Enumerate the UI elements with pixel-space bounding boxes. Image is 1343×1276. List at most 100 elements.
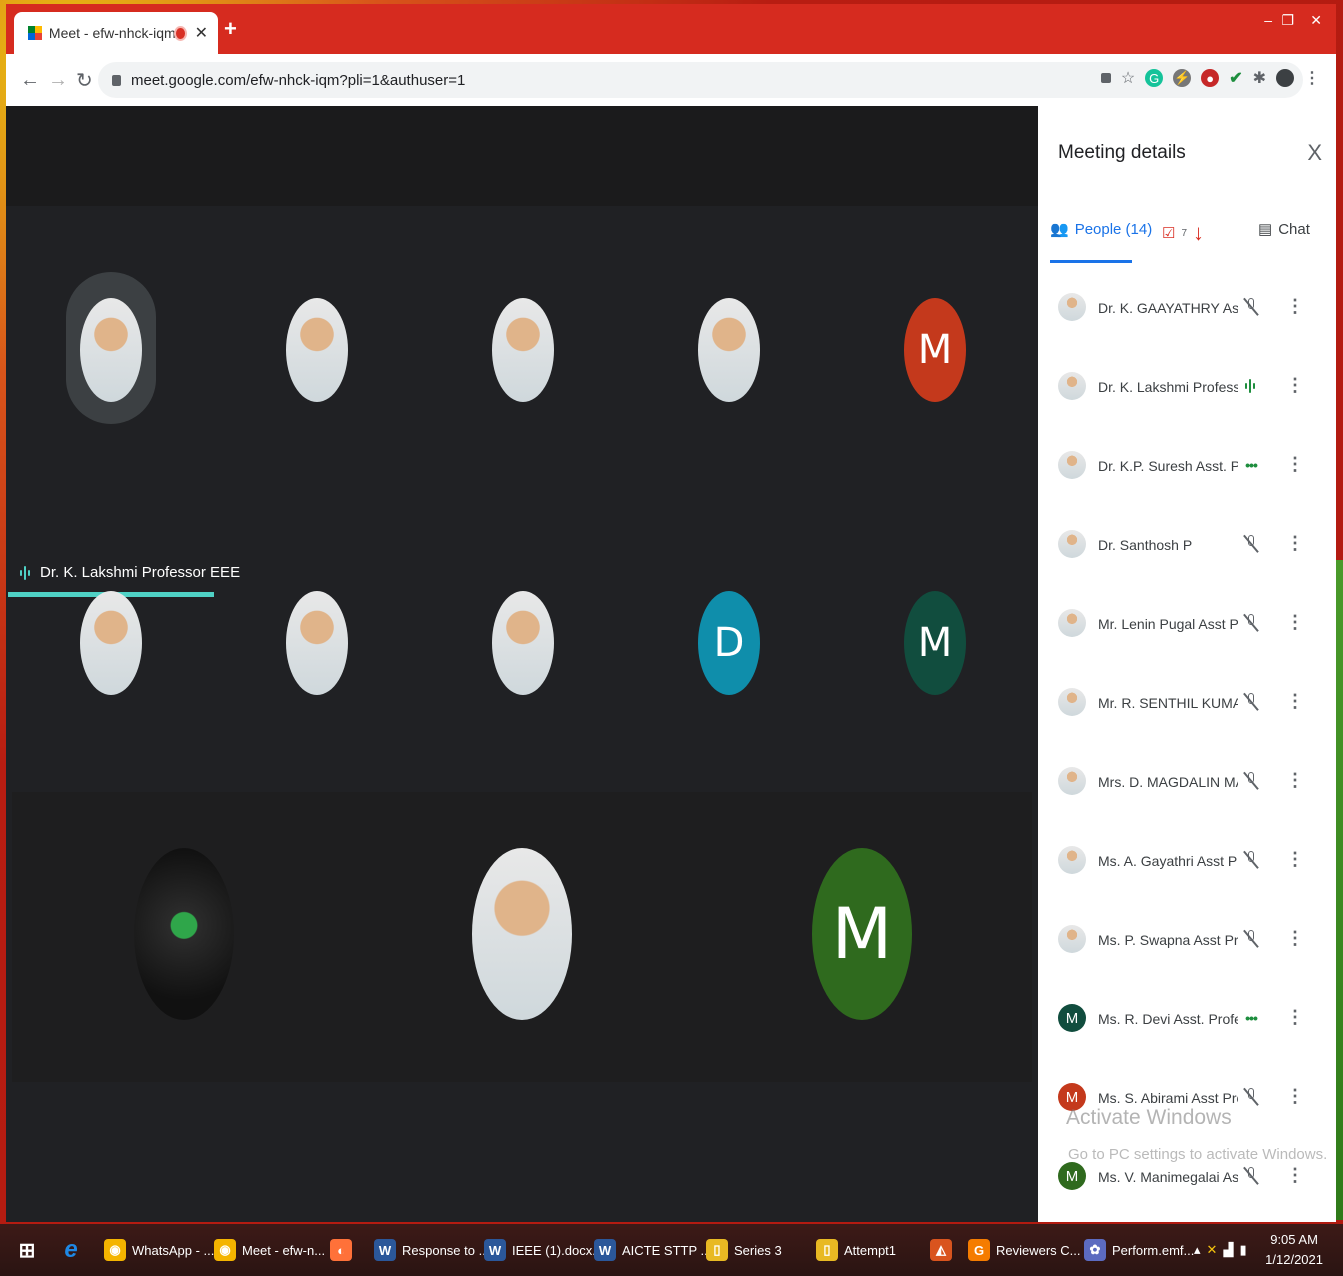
puzzle-icon[interactable]: ✱	[1253, 68, 1266, 88]
participant-row[interactable]: Mrs. D. MAGDALIN MA... ⋮	[1038, 746, 1336, 825]
taskbar-item[interactable]: W AICTE STTP ...	[594, 1228, 711, 1272]
minimize-button[interactable]: –	[1264, 12, 1272, 28]
participant-initial-avatar[interactable]: M	[904, 298, 966, 402]
mic-off-icon[interactable]	[1242, 297, 1260, 317]
mic-off-icon[interactable]	[1242, 850, 1260, 870]
participant-row-avatar	[1058, 925, 1086, 953]
participant-avatar[interactable]	[80, 298, 142, 402]
more-options-icon[interactable]: ⋮	[1286, 928, 1304, 949]
participant-row-avatar	[1058, 688, 1086, 716]
more-options-icon[interactable]: ⋮	[1286, 1007, 1304, 1028]
taskbar-app[interactable]: ◐	[330, 1228, 352, 1272]
taskbar-app[interactable]: ◭	[930, 1228, 952, 1272]
forward-icon[interactable]: →	[48, 69, 68, 92]
participant-row[interactable]: M Ms. R. Devi Asst. Profes...••• ⋮	[1038, 983, 1336, 1062]
taskbar-item[interactable]: ◉ Meet - efw-n...	[214, 1228, 325, 1272]
more-options-icon[interactable]: ⋮	[1286, 691, 1304, 712]
taskbar-item[interactable]: ▯ Attempt1	[816, 1228, 896, 1272]
participant-row[interactable]: Dr. K. GAAYATHRY Asst ... ⋮	[1038, 272, 1336, 351]
more-options-icon[interactable]: ⋮	[1286, 296, 1304, 317]
participant-avatar[interactable]	[492, 591, 554, 695]
image-app-icon: ✿	[1084, 1239, 1106, 1261]
participant-row[interactable]: Dr. Santhosh P ⋮	[1038, 509, 1336, 588]
participant-avatar[interactable]	[80, 591, 142, 695]
more-options-icon[interactable]: ⋮	[1286, 375, 1304, 396]
grammarly-icon[interactable]: G	[1145, 69, 1164, 87]
people-icon: 👥	[1050, 221, 1069, 238]
more-options-icon[interactable]: ⋮	[1286, 1165, 1304, 1186]
more-options-icon[interactable]: ⋮	[1286, 612, 1304, 633]
participant-avatar[interactable]	[698, 298, 760, 402]
profile-avatar[interactable]	[1276, 69, 1294, 87]
browser-menu-icon[interactable]: ⋮	[1304, 68, 1320, 88]
participant-row[interactable]: Dr. K. Lakshmi Professo... ⋮	[1038, 351, 1336, 430]
active-tab-underline	[1050, 260, 1132, 263]
taskbar-item[interactable]: G Reviewers C...	[968, 1228, 1081, 1272]
taskbar-ie[interactable]: e	[60, 1228, 82, 1272]
mic-off-icon[interactable]	[1242, 692, 1260, 712]
participant-row[interactable]: Mr. Lenin Pugal Asst Pro... ⋮	[1038, 588, 1336, 667]
close-window-button[interactable]: ✕	[1310, 12, 1322, 29]
start-button[interactable]: ⊞	[16, 1228, 38, 1272]
more-options-icon[interactable]: ⋮	[1286, 849, 1304, 870]
meet-favicon-icon	[28, 26, 42, 40]
participant-initial-avatar[interactable]: M	[904, 591, 966, 695]
taskbar-item[interactable]: W Response to ...	[374, 1228, 489, 1272]
participant-avatar[interactable]	[492, 298, 554, 402]
participant-initial-avatar[interactable]: D	[698, 591, 760, 695]
more-options-icon[interactable]: ⋮	[1286, 533, 1304, 554]
active-speaker-label: Dr. K. Lakshmi Professor EEE	[20, 564, 240, 581]
tab-tasks[interactable]: ☑ 7 ↓	[1162, 220, 1204, 246]
mic-off-icon[interactable]	[1242, 929, 1260, 949]
mic-off-icon[interactable]	[1242, 1087, 1260, 1107]
participant-row-avatar	[1058, 846, 1086, 874]
tab-chat[interactable]: ▤ Chat	[1258, 220, 1310, 239]
participant-row[interactable]: Dr. K.P. Suresh Asst. Pro...••• ⋮	[1038, 430, 1336, 509]
browser-window: Meet - efw-nhck-iqm ✕ + – ❐ ✕ ← → ↻ meet…	[6, 4, 1336, 1222]
participant-row[interactable]: Ms. P. Swapna Asst Prof... ⋮	[1038, 904, 1336, 983]
taskbar-item[interactable]: ✿ Perform.emf...	[1084, 1228, 1194, 1272]
camera-icon[interactable]	[1100, 73, 1111, 83]
reload-icon[interactable]: ↻	[76, 68, 93, 93]
participant-avatar[interactable]	[134, 848, 234, 1020]
signal-icon: ▟	[1223, 1242, 1234, 1257]
audio-level-icon[interactable]: •••	[1242, 1008, 1260, 1028]
participant-row[interactable]: Ms. A. Gayathri Asst Pro... ⋮	[1038, 825, 1336, 904]
participant-row[interactable]: Mr. R. SENTHIL KUMAR ... ⋮	[1038, 667, 1336, 746]
close-panel-icon[interactable]: X	[1307, 140, 1322, 166]
back-icon[interactable]: ←	[20, 69, 40, 92]
activate-windows-title: Activate Windows	[1066, 1106, 1232, 1129]
close-tab-icon[interactable]: ✕	[195, 23, 208, 43]
participant-name: Mr. R. SENTHIL KUMAR ...	[1098, 695, 1238, 711]
taskbar-item[interactable]: W IEEE (1).docx...	[484, 1228, 603, 1272]
mic-off-icon[interactable]	[1242, 771, 1260, 791]
browser-toolbar: ← → ↻ meet.google.com/efw-nhck-iqm?pli=1…	[6, 54, 1336, 106]
taskbar-item[interactable]: ▯ Series 3	[706, 1228, 782, 1272]
shield-extension-icon[interactable]: ●	[1201, 69, 1220, 87]
participant-avatar[interactable]	[472, 848, 572, 1020]
bookmark-star-icon[interactable]: ☆	[1121, 68, 1135, 88]
speaking-icon[interactable]	[1242, 376, 1260, 396]
more-options-icon[interactable]: ⋮	[1286, 1086, 1304, 1107]
mic-off-icon[interactable]	[1242, 613, 1260, 633]
taskbar-clock[interactable]: 9:05 AM 1/12/2021	[1265, 1230, 1323, 1270]
participant-avatar[interactable]	[286, 591, 348, 695]
mic-off-icon[interactable]	[1242, 1166, 1260, 1186]
restore-button[interactable]: ❐	[1281, 12, 1294, 29]
tab-people[interactable]: 👥 People (14)	[1050, 220, 1152, 239]
browser-tab-meet[interactable]: Meet - efw-nhck-iqm ✕	[14, 12, 218, 54]
more-options-icon[interactable]: ⋮	[1286, 770, 1304, 791]
extension-icon[interactable]: ⚡	[1173, 69, 1192, 87]
taskbar-item-label: Meet - efw-n...	[242, 1242, 326, 1258]
participant-initial-avatar[interactable]: M	[812, 848, 912, 1020]
participant-row-avatar	[1058, 372, 1086, 400]
system-tray[interactable]: ▴ ✕ ▟ ▮	[1194, 1228, 1247, 1272]
tab-chat-label: Chat	[1278, 220, 1310, 238]
check-extension-icon[interactable]: ✔	[1229, 68, 1242, 88]
new-tab-button[interactable]: +	[224, 16, 237, 42]
mic-off-icon[interactable]	[1242, 534, 1260, 554]
taskbar-item[interactable]: ◉ WhatsApp - ...	[104, 1228, 214, 1272]
audio-level-icon[interactable]: •••	[1242, 455, 1260, 475]
participant-avatar[interactable]	[286, 298, 348, 402]
more-options-icon[interactable]: ⋮	[1286, 454, 1304, 475]
